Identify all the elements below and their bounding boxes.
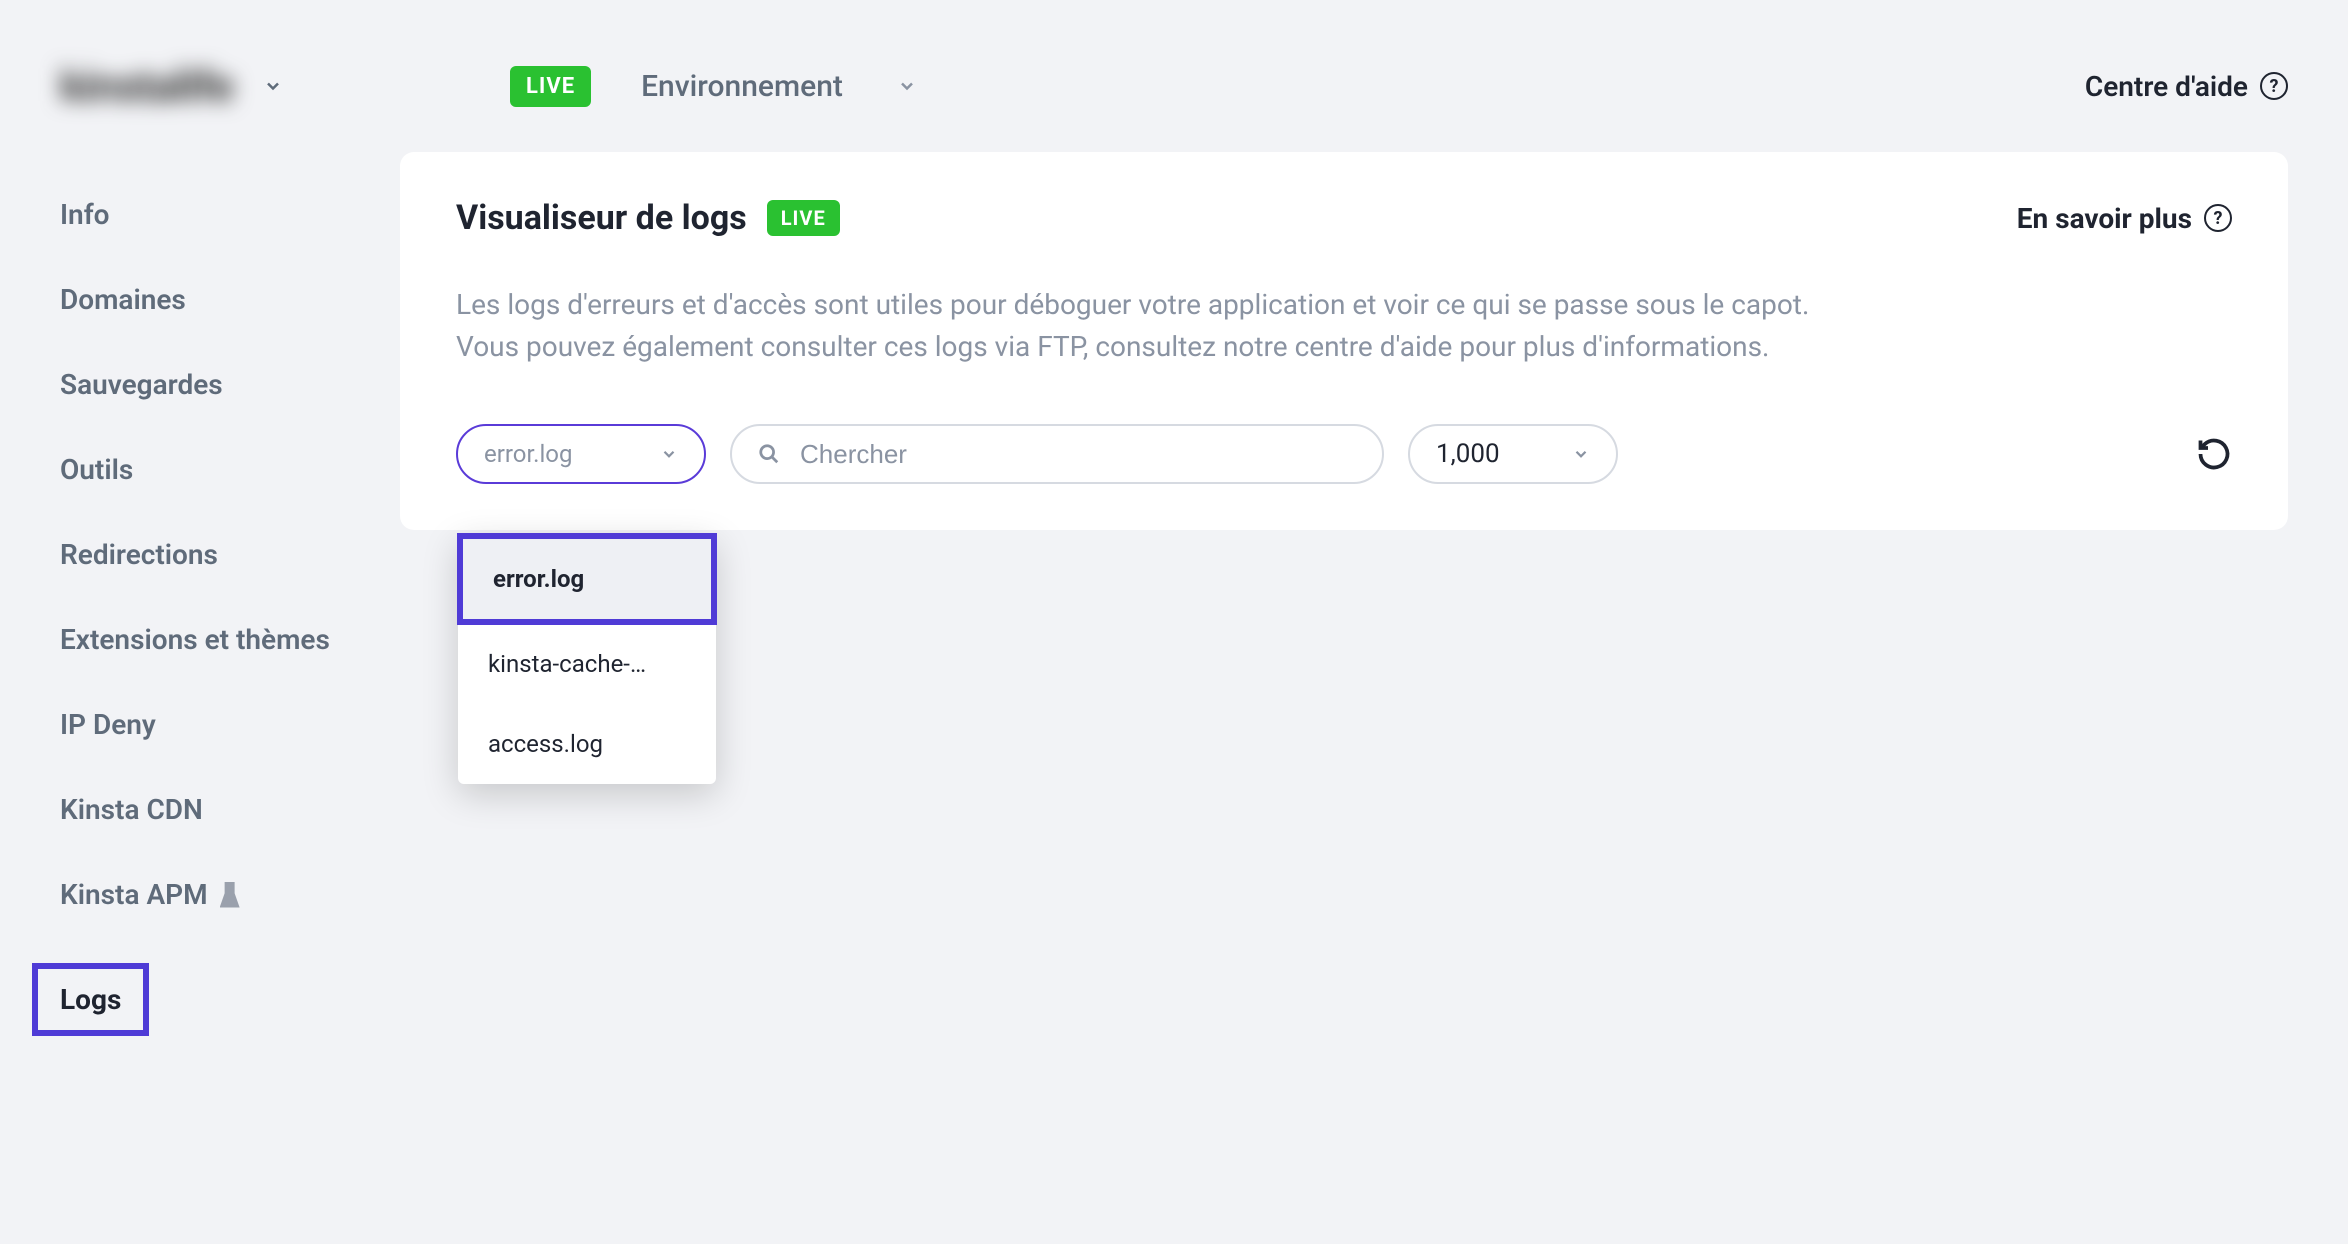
site-selector[interactable]: kinstalife <box>60 60 470 112</box>
chevron-down-icon <box>660 445 678 463</box>
sidebar-item-kinsta-cdn[interactable]: Kinsta CDN <box>60 767 400 852</box>
line-count-value: 1,000 <box>1436 439 1500 469</box>
chevron-down-icon <box>897 76 917 96</box>
line-count-select[interactable]: 1,000 <box>1408 424 1618 484</box>
sidebar-item-ip-deny[interactable]: IP Deny <box>60 682 400 767</box>
sidebar-item-label: Extensions et thèmes <box>60 623 330 656</box>
beta-flask-icon <box>220 882 240 908</box>
sidebar-item-extensions[interactable]: Extensions et thèmes <box>60 597 400 682</box>
chevron-down-icon <box>1572 445 1590 463</box>
sidebar-item-label: Kinsta CDN <box>60 793 203 826</box>
log-file-select-value: error.log <box>484 440 572 468</box>
search-field-wrap <box>730 424 1384 484</box>
learn-more-link[interactable]: En savoir plus ? <box>2017 202 2232 235</box>
refresh-button[interactable] <box>2196 436 2232 472</box>
site-name: kinstalife <box>60 60 233 112</box>
sidebar-item-domaines[interactable]: Domaines <box>60 257 400 342</box>
sidebar-item-label: Redirections <box>60 538 218 571</box>
question-icon: ? <box>2260 72 2288 100</box>
chevron-down-icon <box>263 76 283 96</box>
sidebar-item-label: Info <box>60 198 110 231</box>
sidebar-item-sauvegardes[interactable]: Sauvegardes <box>60 342 400 427</box>
question-icon: ? <box>2204 204 2232 232</box>
dropdown-option-access-log[interactable]: access.log <box>458 704 716 784</box>
sidebar-item-label: Domaines <box>60 283 186 316</box>
log-file-select[interactable]: error.log error.log kinsta-cache-… acces… <box>456 424 706 484</box>
sidebar-item-label: Logs <box>32 963 149 1036</box>
sidebar-item-label: Sauvegardes <box>60 368 223 401</box>
logs-card: Visualiseur de logs LIVE En savoir plus … <box>400 152 2288 530</box>
sidebar-item-label: Kinsta APM <box>60 878 208 911</box>
search-icon <box>758 443 780 465</box>
help-center-label: Centre d'aide <box>2085 70 2248 103</box>
card-title: Visualiseur de logs <box>456 198 747 238</box>
help-center-link[interactable]: Centre d'aide ? <box>2085 70 2288 103</box>
dropdown-option-kinsta-cache[interactable]: kinsta-cache-… <box>458 624 716 704</box>
dropdown-option-error-log[interactable]: error.log <box>457 533 717 625</box>
live-badge-small: LIVE <box>767 200 840 236</box>
main-content: Visualiseur de logs LIVE En savoir plus … <box>400 152 2348 1062</box>
card-header: Visualiseur de logs LIVE En savoir plus … <box>456 198 2232 238</box>
live-badge: LIVE <box>510 66 591 107</box>
search-input[interactable] <box>800 439 1356 470</box>
sidebar-item-outils[interactable]: Outils <box>60 427 400 512</box>
sidebar: Info Domaines Sauvegardes Outils Redirec… <box>60 152 400 1062</box>
card-description: Les logs d'erreurs et d'accès sont utile… <box>456 284 1836 368</box>
environment-label: Environnement <box>641 69 843 104</box>
controls-row: error.log error.log kinsta-cache-… acces… <box>456 424 2232 484</box>
sidebar-item-label: IP Deny <box>60 708 156 741</box>
learn-more-label: En savoir plus <box>2017 202 2192 235</box>
sidebar-item-label: Outils <box>60 453 133 486</box>
sidebar-item-redirections[interactable]: Redirections <box>60 512 400 597</box>
topbar: kinstalife LIVE Environnement Centre d'a… <box>0 0 2348 152</box>
sidebar-item-kinsta-apm[interactable]: Kinsta APM <box>60 852 400 937</box>
refresh-icon <box>2196 436 2232 472</box>
sidebar-item-info[interactable]: Info <box>60 172 400 257</box>
environment-selector[interactable] <box>897 76 917 96</box>
sidebar-item-logs[interactable]: Logs <box>60 937 400 1062</box>
log-file-dropdown: error.log kinsta-cache-… access.log <box>458 534 716 784</box>
